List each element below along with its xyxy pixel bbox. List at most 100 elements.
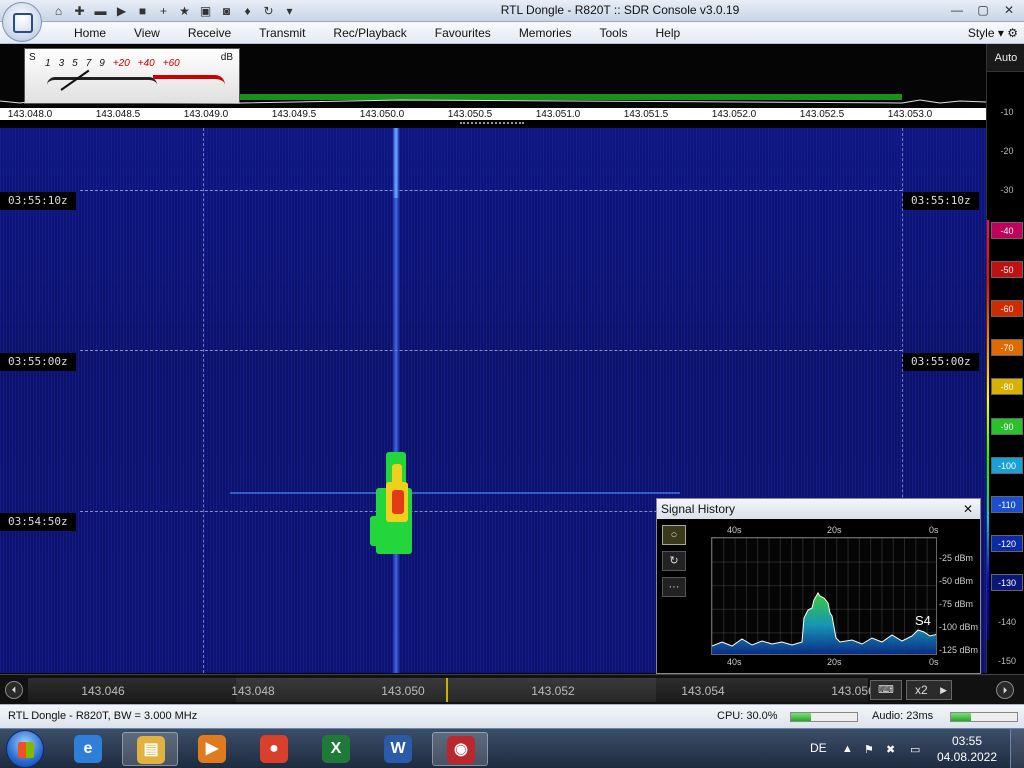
chrome-icon: ● (260, 735, 288, 763)
quick-access-toolbar: ⌂ ✚ ▬ ▶ ■ + ★ ▣ ◙ ♦ ↻ ▾ (50, 3, 298, 19)
menu-tab-help[interactable]: Help (642, 22, 695, 44)
signal-history-title: Signal History (657, 499, 980, 519)
menu-tab-tools[interactable]: Tools (586, 22, 642, 44)
menu-tab-home[interactable]: Home (60, 22, 120, 44)
zoom-select[interactable]: x2 ▶ (906, 680, 952, 700)
explorer-icon: ▤ (137, 736, 165, 764)
folder-icon[interactable]: ▬ (92, 3, 109, 19)
level-label: -10 (1000, 107, 1014, 117)
taskbar-app-word[interactable]: W (370, 732, 426, 766)
menu-tab-memories[interactable]: Memories (505, 22, 586, 44)
time-tag-right: 03:55:00z (903, 353, 979, 371)
time-gridline (80, 190, 902, 191)
action-center-icon[interactable]: ⚑ (864, 743, 874, 756)
lifebuoy-icon[interactable]: ✚ (71, 3, 88, 19)
frequency-label: 143.052.5 (799, 109, 845, 120)
clock[interactable]: 03:55 04.08.2022 (936, 733, 998, 765)
network-icon[interactable]: ✖ (886, 743, 895, 756)
style-label: Style (967, 26, 995, 40)
frequency-ruler[interactable]: 143.048.0 143.048.5 143.049.0 143.049.5 143.… (0, 108, 986, 122)
close-button[interactable]: ✕ (998, 1, 1020, 19)
s-meter-tick-over: +20 (112, 58, 130, 69)
ie-icon: e (74, 735, 102, 763)
show-hidden-icons-icon[interactable]: ▲ (842, 743, 853, 755)
ribbon-tabs: Home View Receive Transmit Rec/Playback Favou… (0, 22, 1024, 44)
style-button[interactable]: Style ▾ ⚙ (968, 22, 1018, 44)
ruler-drag-handle[interactable] (460, 122, 524, 125)
cpu-meter (790, 712, 858, 722)
star-icon[interactable]: ★ (176, 3, 193, 19)
minimize-button[interactable]: — (946, 1, 968, 19)
zoom-value: x2 (915, 683, 928, 697)
level-label: -20 (1000, 146, 1014, 157)
spectrum-display[interactable]: S dB 1 3 5 7 9 +20 +40 +60 (0, 44, 986, 108)
taskbar-app-media[interactable]: ▶ (184, 732, 240, 766)
level-label: -130 (991, 574, 1023, 592)
taskbar: e ▤ ▶ ● X W ◉ DE ▲ ⚑ ✖ ▭ 03:55 04.08.2022 (0, 728, 1024, 768)
lock-icon[interactable]: ▣ (197, 3, 214, 19)
audio-meter (950, 712, 1018, 722)
signal-history-graph (712, 592, 936, 654)
s-meter: S dB 1 3 5 7 9 +20 +40 +60 (24, 48, 240, 104)
taskbar-app-explorer[interactable]: ▤ (122, 732, 178, 766)
s-meter-tick-over: +60 (162, 58, 180, 69)
close-icon[interactable]: ✕ (960, 499, 976, 519)
add-icon[interactable]: + (155, 3, 172, 19)
chevron-down-icon: ▾ (997, 26, 1004, 40)
menu-tabs: Home View Receive Transmit Rec/Playback Favou… (60, 22, 694, 44)
auto-level-button[interactable]: Auto (987, 44, 1024, 72)
show-desktop-button[interactable] (1010, 729, 1024, 768)
input-language[interactable]: DE (810, 741, 827, 755)
tuner-frequency-label: 143.052 (531, 684, 575, 698)
signal-burst (368, 446, 420, 556)
window-controls: — ▢ ✕ (946, 1, 1020, 19)
taskbar-app-chrome[interactable]: ● (246, 732, 302, 766)
gear-icon[interactable]: ⚙ (1007, 26, 1018, 40)
application-menu-button[interactable] (2, 2, 42, 42)
frequency-label: 143.053.0 (887, 109, 933, 120)
chevron-right-icon: ▶ (940, 685, 947, 695)
play-icon[interactable]: ▶ (113, 3, 130, 19)
maximize-button[interactable]: ▢ (972, 1, 994, 19)
scroll-right-button[interactable]: ⏵ (996, 681, 1014, 699)
tuner-frequency-label: 143.046 (81, 684, 125, 698)
taskbar-app-excel[interactable]: X (308, 732, 364, 766)
stop-icon[interactable]: ■ (134, 3, 151, 19)
camera-icon[interactable]: ◙ (218, 3, 235, 19)
signal-history-tools: ○ ↻ ··· (662, 525, 686, 603)
frequency-label: 143.048.0 (7, 109, 53, 120)
tuned-frequency-marker[interactable] (446, 678, 448, 702)
reset-button[interactable]: ↻ (662, 551, 686, 571)
start-button[interactable] (6, 730, 44, 768)
display-icon[interactable]: ▭ (910, 743, 920, 756)
level-label: -40 (991, 221, 1023, 239)
s-reading: S4 (915, 613, 931, 628)
menu-tab-view[interactable]: View (120, 22, 174, 44)
menu-tab-recplayback[interactable]: Rec/Playback (319, 22, 420, 44)
status-bar: RTL Dongle - R820T, BW = 3.000 MHz CPU: … (0, 704, 1024, 728)
menu-tab-receive[interactable]: Receive (174, 22, 245, 44)
taskbar-app-sdr-console[interactable]: ◉ (432, 732, 488, 766)
clock-time: 03:55 (951, 734, 983, 748)
keyboard-icon[interactable]: ⌨ (870, 680, 902, 700)
record-toggle-button[interactable]: ○ (662, 525, 686, 545)
taskbar-app-ie[interactable]: e (60, 732, 116, 766)
home-icon[interactable]: ⌂ (50, 3, 67, 19)
sdr-console-icon: ◉ (447, 736, 475, 764)
time-label-bottom: 40s (727, 657, 742, 667)
drop-icon[interactable]: ♦ (239, 3, 256, 19)
s-meter-arc (47, 77, 157, 85)
level-label: -70 (991, 339, 1023, 357)
level-label: -100 (991, 456, 1023, 474)
more-options-button[interactable]: ··· (662, 577, 686, 597)
level-scale[interactable]: Auto -10 -20 -30 -40 -50 -60 -70 -80 -90 -100 -110… (986, 44, 1024, 673)
dropdown-icon[interactable]: ▾ (281, 3, 298, 19)
clock-date: 04.08.2022 (936, 750, 998, 764)
dbm-label: -75 dBm (939, 599, 974, 609)
tuner-scale[interactable]: 143.046 143.048 143.050 143.052 143.054 143.0… (28, 678, 875, 702)
audio-status: Audio: 23ms (872, 710, 934, 722)
menu-tab-favourites[interactable]: Favourites (421, 22, 505, 44)
refresh-icon[interactable]: ↻ (260, 3, 277, 19)
menu-tab-transmit[interactable]: Transmit (245, 22, 319, 44)
scroll-left-button[interactable]: ⏴ (5, 681, 23, 699)
